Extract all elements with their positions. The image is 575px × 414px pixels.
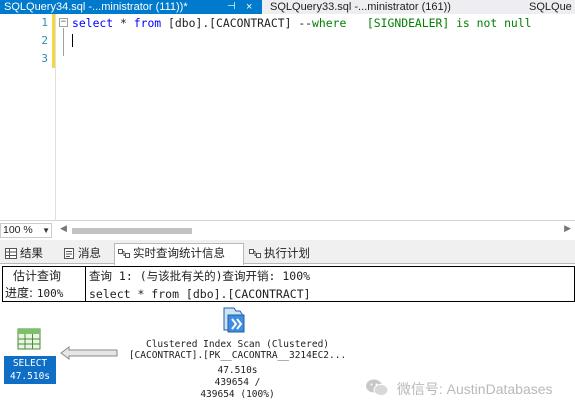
tab-label: 实时查询统计信息 xyxy=(133,246,225,260)
scrollbar-thumb[interactable] xyxy=(72,228,192,234)
select-operator-label: SELECT 47.510s xyxy=(4,356,56,384)
tab-messages[interactable]: 消息 xyxy=(60,244,112,264)
clustered-index-scan-icon xyxy=(223,307,245,333)
chevron-down-icon: ▼ xyxy=(42,226,50,235)
comment: [SIGNDEALER] is not null xyxy=(346,16,532,30)
code-text: [dbo].[CACONTRACT] -- xyxy=(161,16,313,30)
live-stats-icon xyxy=(118,249,130,258)
document-tab-strip: SQLQuery34.sql -...ministrator (111))* ⊣… xyxy=(0,0,575,14)
line-number: 2 xyxy=(41,34,48,47)
pin-icon[interactable]: ⊣ xyxy=(227,0,236,14)
tab-execution-plan[interactable]: 执行计划 xyxy=(246,244,326,264)
comment: where xyxy=(312,16,347,30)
code-line-2[interactable] xyxy=(72,32,73,50)
tab-label: 消息 xyxy=(78,246,101,260)
close-icon[interactable]: × xyxy=(246,0,252,14)
message-icon xyxy=(64,248,74,259)
progress-value: 100% xyxy=(36,287,64,300)
tab-label: SQLQuery34.sql -...ministrator (111))* xyxy=(4,1,188,13)
query-editor[interactable]: 1 2 3 − select * from [dbo].[CACONTRACT]… xyxy=(0,14,575,220)
line-number-gutter: 1 2 3 xyxy=(0,14,56,220)
collapse-icon[interactable]: − xyxy=(59,18,68,27)
code-line-1[interactable]: select * from [dbo].[CACONTRACT] --where… xyxy=(72,14,532,32)
keyword: select xyxy=(72,16,114,30)
live-query-statistics-pane: 估计查询 进度: 100% 查询 1: (与该批有关的)查询开销: 100% s… xyxy=(0,265,575,414)
scroll-right-icon[interactable]: ▶ xyxy=(564,224,571,234)
estimate-progress-line: 进度: 100% xyxy=(5,285,63,302)
query-cost-text: 查询 1: (与该批有关的)查询开销: 100% xyxy=(89,269,311,283)
gutter-divider xyxy=(55,14,56,220)
operator-time: 47.510s xyxy=(217,365,258,376)
tab-label: SQLQuery33.sql -...ministrator (161)) xyxy=(270,1,451,13)
code-text: * xyxy=(113,16,134,30)
watermark-text: 微信号: AustinDatabases xyxy=(396,381,553,397)
operator-name: SELECT xyxy=(12,358,48,369)
tab-label: SQLQue xyxy=(529,1,572,13)
wechat-logo-icon xyxy=(366,379,389,396)
line-number: 3 xyxy=(41,52,48,65)
wechat-watermark: 微信号: AustinDatabases xyxy=(365,378,553,398)
line-number: 1 xyxy=(41,16,48,29)
operator-rows: 439654 / xyxy=(214,377,261,388)
tab-label: 结果 xyxy=(20,246,43,260)
tab-sqlquery33[interactable]: SQLQuery33.sql -...ministrator (161)) xyxy=(266,0,455,14)
estimate-label: 估计查询 xyxy=(13,269,62,283)
tab-results[interactable]: 结果 xyxy=(2,244,58,264)
results-tab-strip: 结果 消息 实时查询统计信息 执行计划 xyxy=(0,240,575,265)
zoom-select[interactable]: 100 % ▼ xyxy=(0,223,52,238)
editor-status-bar: 100 % ▼ ◀ ▶ xyxy=(0,220,575,240)
operator-object: [CACONTRACT].[PK__CACONTRA__3214EC2... xyxy=(128,350,347,361)
query-header: 查询 1: (与该批有关的)查询开销: 100% select * from [… xyxy=(86,266,575,302)
horizontal-scrollbar[interactable]: ◀ ▶ xyxy=(56,224,575,235)
operator-rows-percent: 439654 (100%) xyxy=(200,389,275,400)
estimated-progress-box: 估计查询 进度: 100% xyxy=(2,266,86,302)
execution-plan-icon xyxy=(249,249,261,258)
tab-label: 执行计划 xyxy=(264,246,310,260)
operator-time: 47.510s xyxy=(9,371,51,382)
progress-label: 进度: xyxy=(5,286,34,300)
select-operator[interactable]: SELECT 47.510s xyxy=(4,328,56,384)
tab-sqlquery-partial[interactable]: SQLQue xyxy=(525,0,575,14)
scroll-left-icon[interactable]: ◀ xyxy=(60,224,67,234)
zoom-value: 100 % xyxy=(3,224,33,236)
select-operator-icon xyxy=(17,328,41,350)
tab-live-query-statistics[interactable]: 实时查询统计信息 xyxy=(114,243,244,265)
keyword: from xyxy=(133,16,162,30)
grid-icon xyxy=(5,248,17,259)
tab-sqlquery34[interactable]: SQLQuery34.sql -...ministrator (111))* ⊣… xyxy=(0,0,262,14)
outline-guide xyxy=(63,28,64,56)
query-text: select * from [dbo].[CACONTRACT] xyxy=(89,287,311,301)
clustered-index-scan-operator[interactable]: Clustered Index Scan (Clustered) [CACONT… xyxy=(110,305,365,405)
text-cursor xyxy=(72,34,73,47)
